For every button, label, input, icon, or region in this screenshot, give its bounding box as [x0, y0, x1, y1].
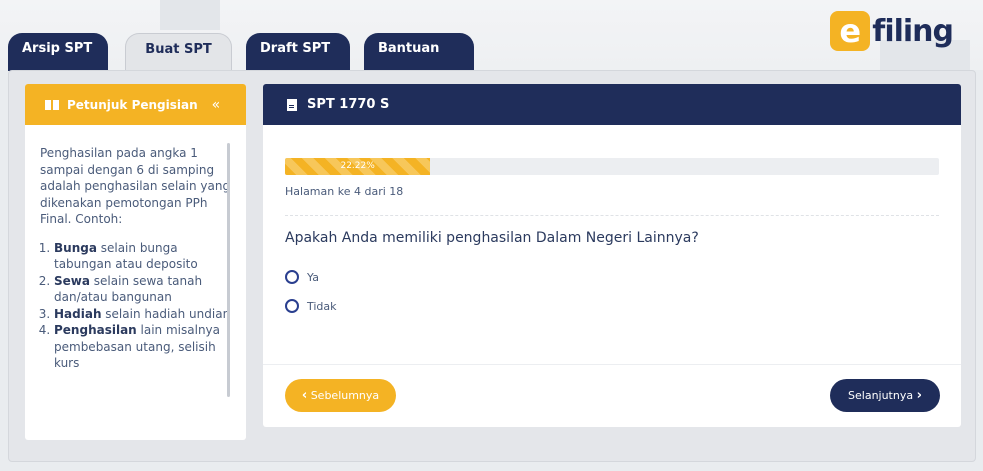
logo-e-mark: e — [830, 11, 871, 51]
next-label: Selanjutnya — [848, 389, 914, 402]
radio-tidak[interactable] — [285, 299, 299, 313]
progress-bar: 22.22% — [285, 158, 939, 175]
radio-ya[interactable] — [285, 270, 299, 284]
progress-fill: 22.22% — [285, 158, 431, 175]
option-ya[interactable]: Ya — [285, 270, 319, 284]
previous-button[interactable]: ‹ Sebelumnya — [285, 379, 396, 412]
instruction-item: Sewa selain sewa tanah dan/atau bangunan — [54, 273, 234, 306]
form-title: SPT 1770 S — [307, 97, 390, 112]
tab-buat-spt[interactable]: Buat SPT — [125, 33, 232, 71]
question-text: Apakah Anda memiliki penghasilan Dalam N… — [285, 230, 699, 246]
option-label: Tidak — [307, 299, 337, 313]
divider — [285, 215, 939, 216]
tab-arsip-spt[interactable]: Arsip SPT — [8, 33, 108, 71]
tab-draft-spt[interactable]: Draft SPT — [246, 33, 350, 71]
chevron-left-icon: ‹ — [301, 388, 308, 403]
instructions-scrollbar[interactable] — [227, 143, 230, 397]
instruction-item: Penghasilan lain misalnya pembebasan uta… — [54, 322, 234, 372]
form-header: SPT 1770 S — [263, 84, 961, 125]
chevron-right-icon: › — [916, 388, 922, 403]
book-icon — [45, 99, 59, 110]
instructions-title: Petunjuk Pengisian — [67, 97, 198, 112]
collapse-icon[interactable]: « — [212, 97, 221, 113]
instructions-body: Penghasilan pada angka 1 sampai dengan 6… — [25, 125, 246, 440]
instructions-panel: Petunjuk Pengisian « Penghasilan pada an… — [25, 84, 246, 440]
option-label: Ya — [307, 270, 319, 284]
instructions-intro: Penghasilan pada angka 1 sampai dengan 6… — [40, 146, 231, 226]
instruction-item: Bunga selain bunga tabungan atau deposit… — [54, 240, 234, 273]
page-indicator: Halaman ke 4 dari 18 — [285, 185, 404, 198]
instruction-item: Hadiah selain hadiah undian — [54, 306, 234, 323]
instructions-header: Petunjuk Pengisian « — [25, 84, 246, 125]
footer-divider — [263, 364, 961, 365]
form-card: SPT 1770 S 22.22% Halaman ke 4 dari 18 A… — [263, 84, 961, 427]
tab-bantuan[interactable]: Bantuan — [364, 33, 474, 71]
option-tidak[interactable]: Tidak — [285, 299, 337, 313]
efiling-logo: e filing — [830, 8, 954, 54]
background-building — [160, 0, 220, 30]
document-icon — [287, 98, 297, 111]
logo-text: filing — [872, 13, 954, 49]
instructions-list: Bunga selain bunga tabungan atau deposit… — [40, 240, 234, 372]
next-button[interactable]: Selanjutnya › — [830, 379, 940, 412]
previous-label: Sebelumnya — [310, 389, 380, 402]
